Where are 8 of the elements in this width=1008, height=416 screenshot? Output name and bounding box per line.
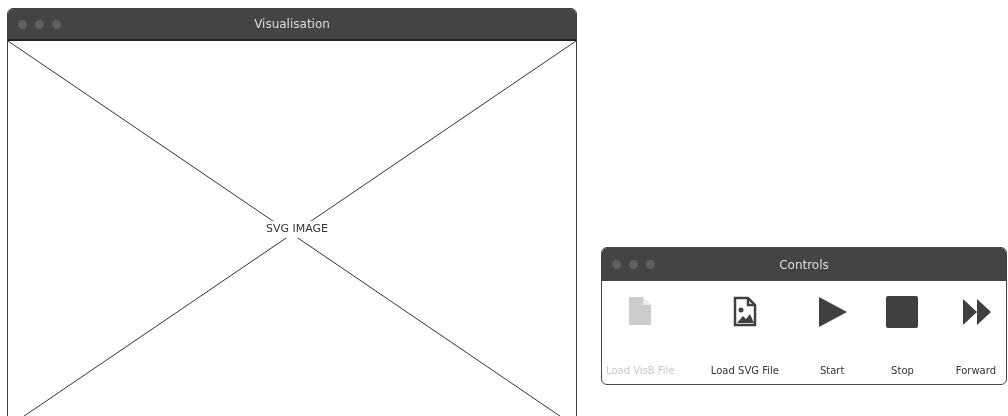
toolbar-button[interactable]: Forward [951, 281, 1000, 384]
stop-icon [885, 295, 920, 329]
placeholder-label: SVG IMAGE [264, 221, 331, 238]
toolbar-button[interactable]: Stop [881, 281, 924, 384]
toolbar-button[interactable]: Start [811, 281, 854, 384]
window-title: Controls [779, 256, 829, 274]
toolbar-button[interactable]: Load SVG File [706, 281, 783, 384]
window-title: Visualisation [254, 16, 330, 33]
